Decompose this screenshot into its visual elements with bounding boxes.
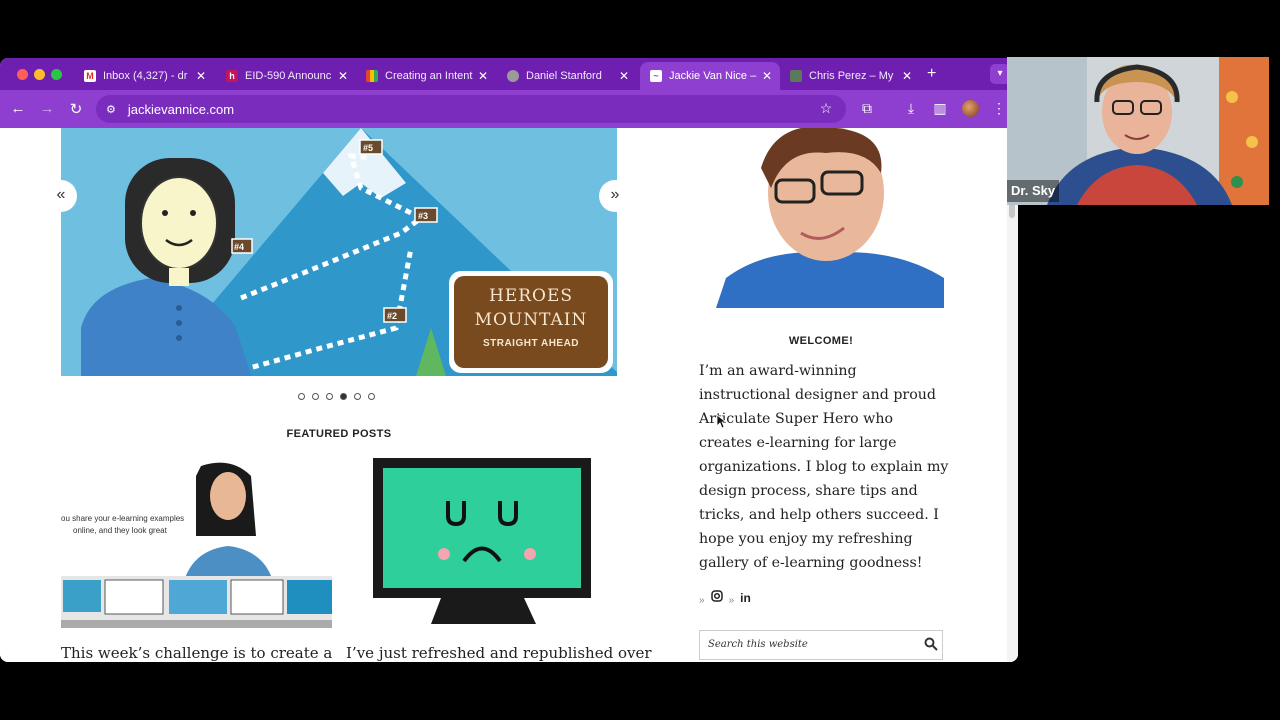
social-links: » » in — [699, 590, 751, 606]
slider-dot-2[interactable] — [312, 393, 319, 400]
slider-dot-6[interactable] — [368, 393, 375, 400]
back-icon[interactable]: ← — [9, 100, 27, 117]
mouse-cursor-icon — [717, 415, 727, 429]
tab-creating-intent[interactable]: Creating an Intent ✕ — [356, 62, 496, 90]
author-photo — [716, 128, 944, 308]
participant-name-label: Dr. Sky — [1007, 180, 1060, 202]
course-icon: h — [226, 70, 238, 82]
browser-toolbar: ← → ↻ ⚙ jackievannice.com ☆ ⧉ ⤓ ▥ ⋮ — [0, 90, 1018, 128]
marker-3: #3 — [418, 211, 429, 221]
marker-5: #5 — [363, 143, 374, 153]
welcome-heading: WELCOME! — [788, 335, 854, 347]
bookmark-star-icon[interactable]: ☆ — [817, 100, 835, 117]
slider-pagination — [298, 393, 375, 400]
sad-monitor-illustration — [373, 458, 591, 624]
close-tab-icon[interactable]: ✕ — [478, 69, 488, 83]
featured-post-2-excerpt[interactable]: I’ve just refreshed and republished over — [346, 644, 652, 662]
extensions-icon[interactable]: ⧉ — [858, 100, 876, 117]
download-icon[interactable]: ⤓ — [902, 100, 920, 117]
minimize-window-button[interactable] — [34, 69, 45, 80]
slider-dot-4[interactable] — [340, 393, 347, 400]
slider-dot-1[interactable] — [298, 393, 305, 400]
tab-bar: M Inbox (4,327) - dr ✕ h EID-590 Announc… — [0, 58, 1018, 90]
page-scrollbar[interactable] — [1007, 128, 1018, 662]
forward-icon[interactable]: → — [38, 100, 56, 117]
post-1-illustration — [61, 462, 332, 628]
browser-window: M Inbox (4,327) - dr ✕ h EID-590 Announc… — [0, 58, 1018, 662]
site-icon — [790, 70, 802, 82]
address-bar[interactable]: ⚙ jackievannice.com — [96, 95, 846, 123]
close-tab-icon[interactable]: ✕ — [196, 69, 206, 83]
new-tab-button[interactable]: + — [927, 65, 936, 83]
slider-dot-3[interactable] — [326, 393, 333, 400]
gmail-icon: M — [84, 70, 96, 82]
heroes-mountain-sign: HEROES MOUNTAIN STRAIGHT AHEAD — [474, 286, 588, 349]
search-input[interactable]: Search this website — [699, 630, 943, 660]
featured-post-1-image[interactable]: ou share your e-learning examples online… — [61, 456, 332, 628]
hero-slider: #5 #4 #3 #2 HEROES MOUNTAIN STRAIGHT AHE… — [61, 128, 617, 376]
url-text: jackievannice.com — [127, 101, 235, 117]
globe-icon — [507, 70, 519, 82]
maximize-window-button[interactable] — [51, 69, 62, 80]
slider-next-button[interactable]: » — [599, 180, 631, 212]
slider-dot-5[interactable] — [354, 393, 361, 400]
menu-kebab-icon[interactable]: ⋮ — [990, 100, 1008, 117]
reload-icon[interactable]: ↻ — [67, 100, 85, 118]
profile-avatar[interactable] — [962, 100, 979, 117]
site-icon: ~ — [650, 70, 662, 82]
doc-icon — [366, 70, 378, 82]
tab-chris-perez[interactable]: Chris Perez – My ✕ — [780, 62, 920, 90]
tab-eid-590[interactable]: h EID-590 Announc ✕ — [216, 62, 356, 90]
featured-post-2-image[interactable] — [346, 456, 617, 628]
search-icon[interactable] — [924, 637, 938, 651]
marker-2: #2 — [387, 311, 398, 321]
close-window-button[interactable] — [17, 69, 28, 80]
close-tab-icon[interactable]: ✕ — [338, 69, 348, 83]
tab-jackie-van-nice[interactable]: ~ Jackie Van Nice – ✕ — [640, 62, 780, 90]
instagram-icon[interactable] — [710, 590, 723, 605]
close-tab-icon[interactable]: ✕ — [619, 69, 629, 83]
close-tab-icon[interactable]: ✕ — [762, 69, 772, 83]
site-settings-icon[interactable]: ⚙ — [106, 103, 116, 116]
close-tab-icon[interactable]: ✕ — [902, 69, 912, 83]
tab-inbox[interactable]: M Inbox (4,327) - dr ✕ — [74, 62, 214, 90]
slider-prev-button[interactable]: « — [45, 180, 77, 212]
tab-daniel-stanford[interactable]: Daniel Stanford ✕ — [497, 62, 637, 90]
web-page: #5 #4 #3 #2 HEROES MOUNTAIN STRAIGHT AHE… — [0, 128, 1018, 662]
marker-4: #4 — [234, 242, 245, 252]
linkedin-icon[interactable]: in — [740, 591, 751, 605]
welcome-paragraph: I’m an award-winning instructional desig… — [699, 363, 949, 571]
side-panel-icon[interactable]: ▥ — [931, 100, 949, 117]
featured-posts-heading: FEATURED POSTS — [286, 428, 392, 440]
featured-post-1-excerpt[interactable]: This week’s challenge is to create a — [61, 644, 332, 662]
